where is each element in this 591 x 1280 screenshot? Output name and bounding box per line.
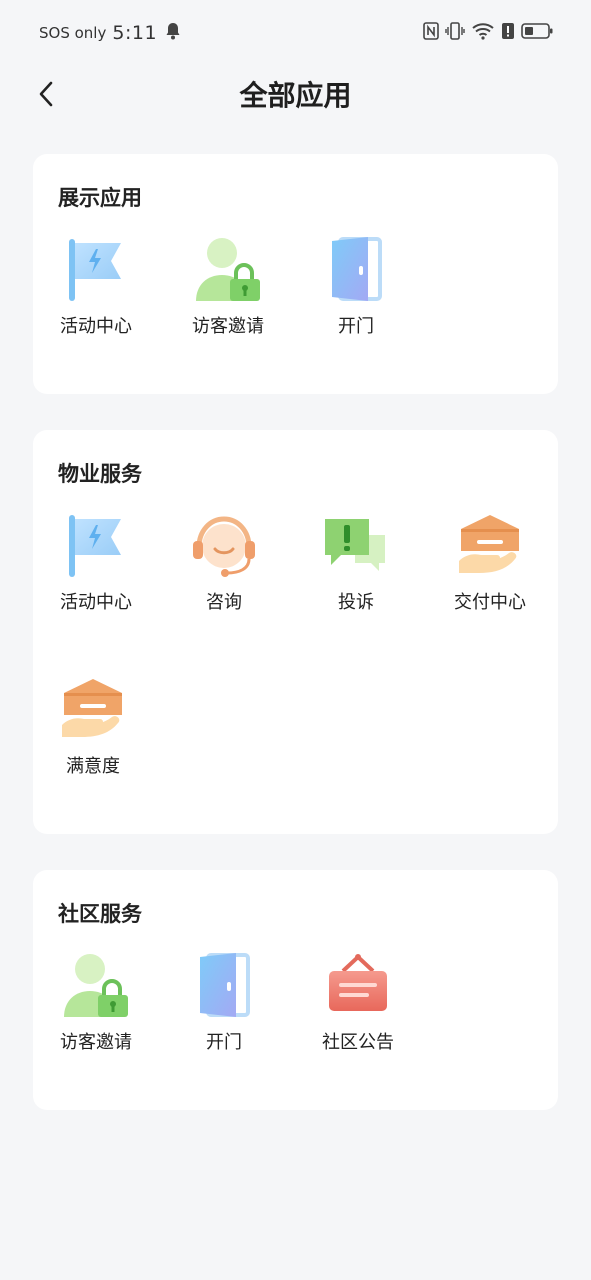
- section-title: 展示应用: [58, 186, 142, 210]
- app-open-door[interactable]: 开门: [174, 950, 274, 1054]
- nfc-icon: [423, 22, 439, 44]
- app-label: 活动中心: [60, 316, 132, 337]
- app-label: 访客邀请: [60, 1032, 132, 1053]
- app-consult[interactable]: 咨询: [174, 510, 274, 614]
- section-title: 物业服务: [58, 462, 142, 486]
- alert-icon: [501, 22, 515, 44]
- app-label: 访客邀请: [192, 316, 264, 337]
- page-header: 全部应用: [0, 64, 591, 124]
- app-open-door[interactable]: 开门: [306, 234, 406, 338]
- app-label: 活动中心: [60, 592, 132, 613]
- door-icon: [188, 950, 260, 1022]
- status-right: [423, 22, 553, 44]
- visitor-lock-icon: [192, 234, 264, 306]
- notice-board-icon: [322, 950, 394, 1022]
- vibrate-icon: [445, 22, 465, 44]
- house-hand-icon: [454, 510, 526, 582]
- page-title: 全部应用: [239, 79, 352, 112]
- house-hand-icon: [57, 674, 129, 746]
- app-visitor-invite[interactable]: 访客邀请: [178, 234, 278, 338]
- section-community-services: 社区服务 访客邀请 开门 社区公告: [33, 870, 558, 1110]
- wifi-icon: [471, 22, 495, 44]
- flag-icon: [60, 510, 132, 582]
- app-label: 开门: [338, 316, 374, 337]
- app-label: 满意度: [66, 756, 120, 777]
- section-showcase-apps: 展示应用 活动中心 访客邀请 开门: [33, 154, 558, 394]
- carrier-text: SOS only: [39, 24, 107, 42]
- clock-time: 5:11: [112, 22, 158, 44]
- app-label: 开门: [206, 1032, 242, 1053]
- door-icon: [320, 234, 392, 306]
- app-delivery-center[interactable]: 交付中心: [440, 510, 540, 614]
- app-label: 交付中心: [454, 592, 526, 613]
- status-bar: SOS only 5:11: [0, 0, 591, 64]
- status-left: SOS only 5:11: [39, 22, 181, 44]
- app-complaint[interactable]: 投诉: [306, 510, 406, 614]
- app-activity-center[interactable]: 活动中心: [46, 234, 146, 338]
- app-label: 社区公告: [322, 1032, 394, 1053]
- bell-icon: [165, 22, 181, 44]
- app-label: 咨询: [206, 592, 242, 613]
- section-property-services: 物业服务 活动中心 咨询 投诉 交付中心 满意度: [33, 430, 558, 834]
- flag-icon: [60, 234, 132, 306]
- section-title: 社区服务: [58, 902, 142, 926]
- headset-icon: [188, 510, 260, 582]
- complaint-chat-icon: [320, 510, 392, 582]
- app-visitor-invite[interactable]: 访客邀请: [46, 950, 146, 1054]
- app-community-notice[interactable]: 社区公告: [308, 950, 408, 1054]
- battery-icon: [521, 22, 553, 44]
- visitor-lock-icon: [60, 950, 132, 1022]
- app-activity-center[interactable]: 活动中心: [46, 510, 146, 614]
- app-label: 投诉: [338, 592, 374, 613]
- app-satisfaction[interactable]: 满意度: [43, 674, 143, 778]
